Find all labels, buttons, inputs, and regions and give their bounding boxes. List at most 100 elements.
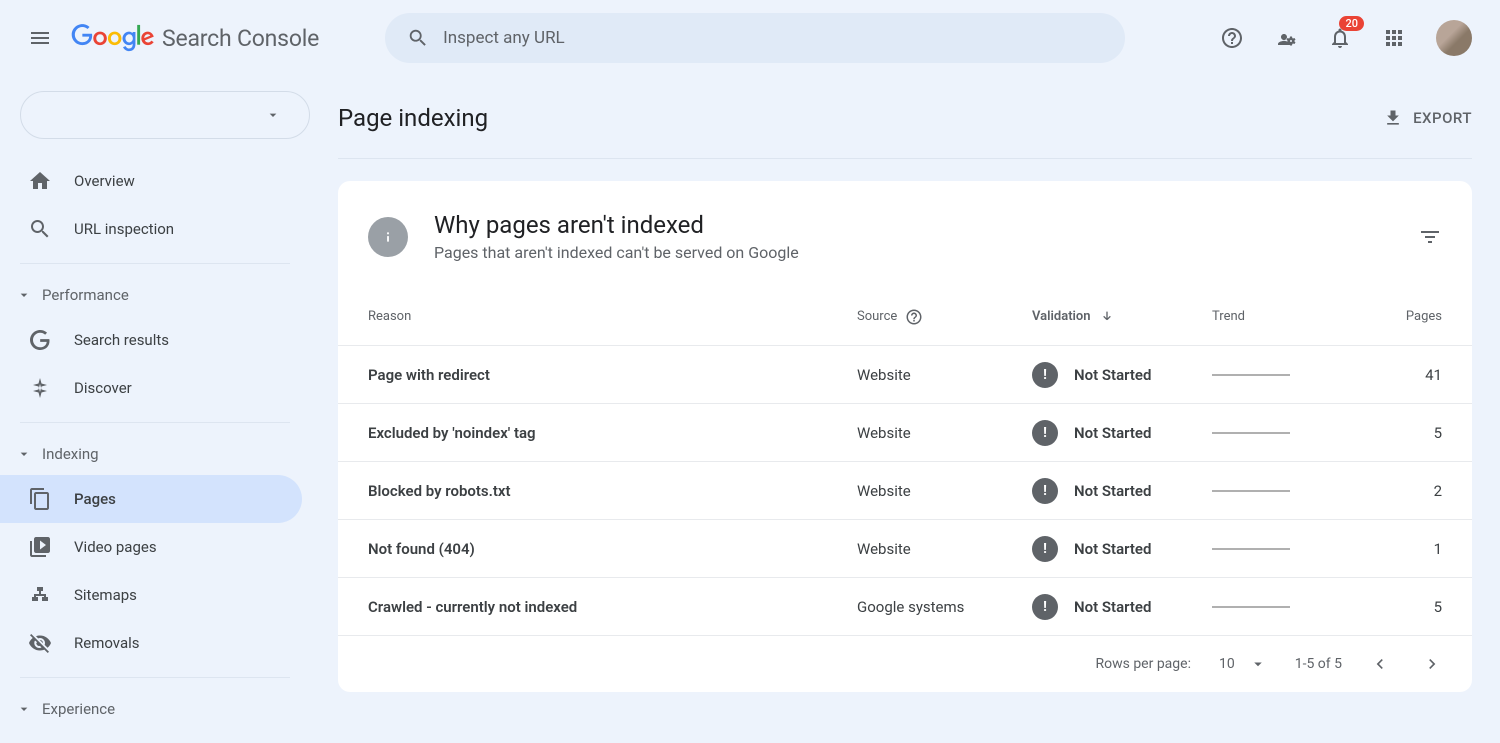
table-row[interactable]: Blocked by robots.txt Website !Not Start…: [338, 462, 1472, 520]
apps-icon[interactable]: [1382, 26, 1406, 50]
download-icon: [1383, 108, 1403, 128]
sidebar-section-experience[interactable]: Experience: [0, 688, 310, 730]
logo[interactable]: Search Console: [70, 24, 319, 52]
pages-icon: [28, 487, 52, 511]
chevron-down-icon: [16, 446, 32, 462]
sidebar-item-video-pages[interactable]: Video pages: [0, 523, 310, 571]
cell-trend: [1212, 432, 1372, 434]
cell-reason: Not found (404): [368, 540, 857, 558]
filter-icon[interactable]: [1418, 225, 1442, 249]
sidebar: Overview URL inspection Performance Sear…: [0, 76, 310, 730]
google-g-icon: [28, 328, 52, 352]
cell-pages: 5: [1372, 598, 1442, 616]
table-row[interactable]: Crawled - currently not indexed Google s…: [338, 578, 1472, 636]
cell-reason: Blocked by robots.txt: [368, 482, 857, 500]
sidebar-section-performance[interactable]: Performance: [0, 274, 310, 316]
sidebar-item-label: Removals: [74, 634, 140, 652]
sidebar-item-overview[interactable]: Overview: [0, 157, 310, 205]
table-header: Reason Source Validation Trend Pages: [338, 288, 1472, 346]
section-label: Experience: [42, 700, 115, 718]
cell-source: Website: [857, 424, 1032, 442]
sidebar-item-label: Sitemaps: [74, 586, 137, 604]
sidebar-item-search-results[interactable]: Search results: [0, 316, 310, 364]
cell-validation: !Not Started: [1032, 594, 1151, 620]
hamburger-menu-icon[interactable]: [28, 26, 52, 50]
pagination: Rows per page: 10 1-5 of 5: [338, 636, 1472, 692]
cell-reason: Excluded by 'noindex' tag: [368, 424, 857, 442]
export-button[interactable]: EXPORT: [1383, 108, 1472, 128]
cell-pages: 41: [1372, 366, 1442, 384]
cell-validation: !Not Started: [1032, 362, 1151, 388]
sidebar-item-label: Pages: [74, 490, 116, 508]
sidebar-section-indexing[interactable]: Indexing: [0, 433, 310, 475]
indexing-issues-card: Why pages aren't indexed Pages that aren…: [338, 181, 1472, 692]
search-icon: [407, 27, 429, 49]
col-header-validation[interactable]: Validation: [1032, 309, 1212, 325]
col-header-source[interactable]: Source: [857, 308, 1032, 326]
chevron-down-icon: [1249, 655, 1267, 673]
sidebar-item-url-inspection[interactable]: URL inspection: [0, 205, 310, 253]
property-selector[interactable]: [20, 91, 310, 139]
trend-sparkline: [1212, 548, 1290, 550]
sidebar-item-pages[interactable]: Pages: [0, 475, 302, 523]
video-pages-icon: [28, 535, 52, 559]
chevron-down-icon: [16, 701, 32, 717]
sidebar-item-label: Discover: [74, 379, 132, 397]
page-range: 1-5 of 5: [1295, 656, 1342, 672]
table-row[interactable]: Excluded by 'noindex' tag Website !Not S…: [338, 404, 1472, 462]
cell-pages: 1: [1372, 540, 1442, 558]
page-title: Page indexing: [338, 104, 488, 132]
cell-trend: [1212, 606, 1372, 608]
sidebar-item-sitemaps[interactable]: Sitemaps: [0, 571, 310, 619]
search-input[interactable]: [443, 28, 1103, 48]
sidebar-item-label: URL inspection: [74, 220, 174, 238]
cell-trend: [1212, 548, 1372, 550]
col-header-reason[interactable]: Reason: [368, 309, 857, 324]
sitemap-icon: [28, 583, 52, 607]
cell-source: Website: [857, 482, 1032, 500]
sidebar-item-discover[interactable]: Discover: [0, 364, 310, 412]
exclamation-icon: !: [1032, 420, 1058, 446]
exclamation-icon: !: [1032, 594, 1058, 620]
chevron-down-icon: [16, 287, 32, 303]
table-row[interactable]: Page with redirect Website !Not Started …: [338, 346, 1472, 404]
google-logo-icon: [70, 24, 156, 52]
exclamation-icon: !: [1032, 536, 1058, 562]
notifications-icon[interactable]: 20: [1328, 26, 1352, 50]
chevron-down-icon: [265, 107, 281, 123]
section-label: Indexing: [42, 445, 99, 463]
table-row[interactable]: Not found (404) Website !Not Started 1: [338, 520, 1472, 578]
visibility-off-icon: [28, 631, 52, 655]
col-header-pages[interactable]: Pages: [1372, 309, 1442, 324]
help-icon[interactable]: [1220, 26, 1244, 50]
info-icon: [368, 217, 408, 257]
section-label: Performance: [42, 286, 129, 304]
product-name: Search Console: [162, 25, 319, 52]
next-page-icon[interactable]: [1422, 654, 1442, 674]
sidebar-item-label: Video pages: [74, 538, 157, 556]
cell-validation: !Not Started: [1032, 536, 1151, 562]
main-content: Page indexing EXPORT Why pages aren't in…: [310, 76, 1500, 730]
cell-trend: [1212, 490, 1372, 492]
url-search-bar[interactable]: [385, 13, 1125, 63]
rows-per-page-select[interactable]: 10: [1219, 655, 1267, 673]
cell-reason: Page with redirect: [368, 366, 857, 384]
sidebar-item-removals[interactable]: Removals: [0, 619, 310, 667]
cell-pages: 5: [1372, 424, 1442, 442]
user-settings-icon[interactable]: [1274, 26, 1298, 50]
cell-pages: 2: [1372, 482, 1442, 500]
sidebar-item-label: Overview: [74, 172, 135, 190]
trend-sparkline: [1212, 490, 1290, 492]
asterisk-icon: [28, 376, 52, 400]
cell-trend: [1212, 374, 1372, 376]
help-icon[interactable]: [905, 308, 923, 326]
avatar[interactable]: [1436, 20, 1472, 56]
trend-sparkline: [1212, 374, 1290, 376]
col-header-trend[interactable]: Trend: [1212, 309, 1372, 324]
prev-page-icon[interactable]: [1370, 654, 1390, 674]
app-header: Search Console 20: [0, 0, 1500, 76]
cell-validation: !Not Started: [1032, 478, 1151, 504]
cell-validation: !Not Started: [1032, 420, 1151, 446]
notification-badge: 20: [1339, 16, 1364, 31]
cell-source: Website: [857, 366, 1032, 384]
